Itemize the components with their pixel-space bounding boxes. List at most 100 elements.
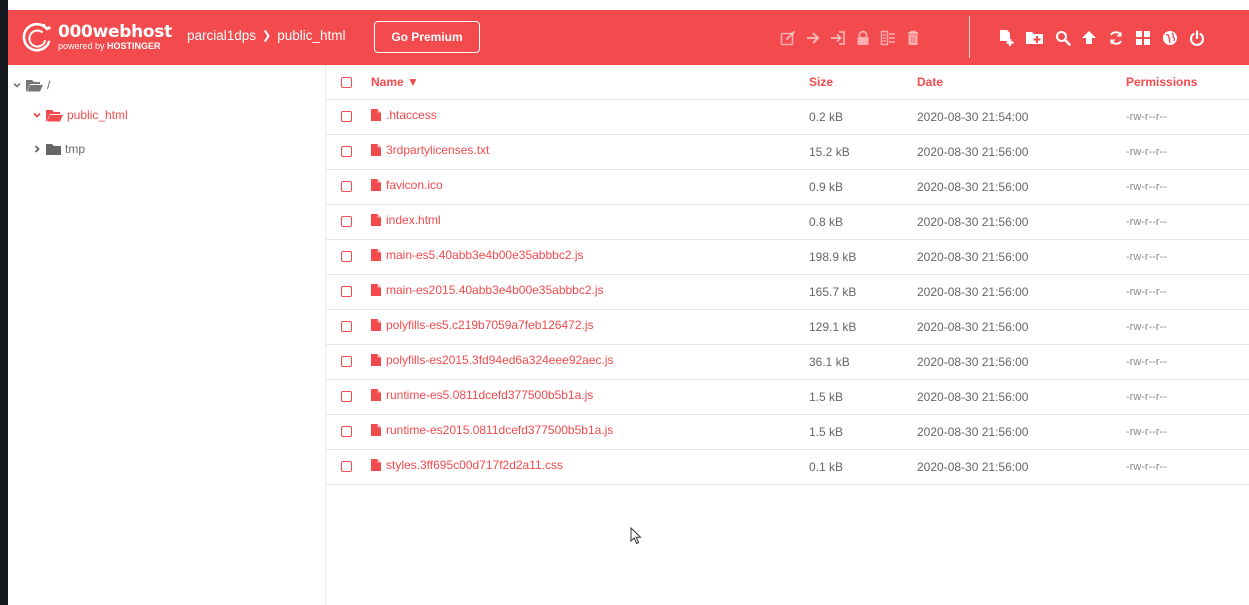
file-name-cell: runtime-es2015.0811dcefd377500b5b1a.js [371,414,809,450]
table-row[interactable]: polyfills-es5.c219b7059a7feb126472.js 129… [326,309,1249,345]
folder-icon [46,144,61,155]
grid-view-icon[interactable] [1132,27,1154,49]
extract-icon[interactable] [877,27,899,49]
row-checkbox[interactable] [341,251,352,263]
file-name: 3rdpartylicenses.txt [386,143,490,157]
file-permissions: -rw-r--r-- [1126,99,1249,135]
table-row[interactable]: 3rdpartylicenses.txt 15.2 kB 2020-08-30 21… [326,134,1249,170]
delete-icon[interactable] [902,27,924,49]
file-name-link[interactable]: main-es2015.40abb3e4b00e35abbbc2.js [371,283,604,297]
column-header-date[interactable]: Date [917,65,1126,100]
file-name: main-es2015.40abb3e4b00e35abbbc2.js [386,283,604,297]
file-size: 198.9 kB [809,239,917,275]
row-checkbox[interactable] [341,356,352,368]
row-checkbox[interactable] [341,286,352,298]
file-name: index.html [386,213,441,227]
file-name-link[interactable]: runtime-es2015.0811dcefd377500b5b1a.js [371,423,613,437]
globe-icon[interactable] [1159,27,1181,49]
lock-icon[interactable] [852,27,874,49]
table-row[interactable]: main-es5.40abb3e4b00e35abbbc2.js 198.9 kB… [326,239,1249,275]
new-file-icon[interactable] [996,27,1018,49]
file-name-link[interactable]: runtime-es5.0811dcefd377500b5b1a.js [371,388,593,402]
file-name-link[interactable]: 3rdpartylicenses.txt [371,143,489,157]
row-checkbox[interactable] [341,146,352,158]
file-size: 129.1 kB [809,309,917,345]
power-icon[interactable] [1186,27,1208,49]
select-all-cell [326,65,371,100]
file-name: runtime-es5.0811dcefd377500b5b1a.js [386,388,594,402]
table-row[interactable]: runtime-es2015.0811dcefd377500b5b1a.js 1.… [326,414,1249,450]
file-name-link[interactable]: index.html [371,213,441,227]
go-premium-button[interactable]: Go Premium [374,21,480,53]
file-name-cell: main-es2015.40abb3e4b00e35abbbc2.js [371,274,809,310]
chevron-down-icon[interactable] [12,80,22,90]
file-icon [371,214,381,226]
file-date: 2020-08-30 21:56:00 [917,239,1126,275]
sidebar-item-label: tmp [65,142,86,156]
file-permissions: -rw-r--r-- [1126,239,1249,275]
file-name-link[interactable]: styles.3ff695c00d717f2d2a11.css [371,458,563,472]
table-row[interactable]: runtime-es5.0811dcefd377500b5b1a.js 1.5 k… [326,379,1249,415]
logo-tagline: powered by HOSTINGER [58,41,161,51]
table-row[interactable]: main-es2015.40abb3e4b00e35abbbc2.js 165.7… [326,274,1249,310]
new-folder-icon[interactable] [1024,27,1046,49]
toolbar-separator [969,16,970,58]
row-checkbox[interactable] [341,181,352,193]
file-permissions: -rw-r--r-- [1126,274,1249,310]
column-header-permissions[interactable]: Permissions [1126,65,1249,100]
file-name-cell: .htaccess [371,99,809,135]
file-date: 2020-08-30 21:56:00 [917,204,1126,240]
tree-root[interactable]: / [12,74,50,96]
row-checkbox[interactable] [341,461,352,473]
select-all-checkbox[interactable] [341,77,352,89]
logo-mark-icon [22,22,51,52]
file-name: runtime-es2015.0811dcefd377500b5b1a.js [386,423,614,437]
file-icon [371,284,381,296]
edit-icon[interactable] [777,27,799,49]
file-size: 15.2 kB [809,134,917,170]
row-checkbox[interactable] [341,216,352,228]
file-date: 2020-08-30 21:56:00 [917,379,1126,415]
move-icon[interactable] [802,27,824,49]
file-name-cell: polyfills-es5.c219b7059a7feb126472.js [371,309,809,345]
chevron-right-icon[interactable] [32,144,42,154]
table-row[interactable]: styles.3ff695c00d717f2d2a11.css 0.1 kB 202… [326,449,1249,485]
row-checkbox[interactable] [341,111,352,123]
column-header-size[interactable]: Size [809,65,917,100]
file-name-link[interactable]: polyfills-es5.c219b7059a7feb126472.js [371,318,594,332]
column-header-name[interactable]: Name ▼ [371,65,809,100]
file-date: 2020-08-30 21:56:00 [917,134,1126,170]
sidebar-item-public-html[interactable]: public_html [32,104,128,126]
folder-tree-panel: / public_html tmp [8,65,326,605]
folder-open-icon [26,79,43,91]
upload-icon[interactable] [1078,27,1100,49]
chevron-down-icon[interactable] [32,110,42,120]
logo[interactable]: 000webhost powered by HOSTINGER [18,18,178,58]
table-row[interactable]: index.html 0.8 kB 2020-08-30 21:56:00 -rw-r… [326,204,1249,240]
search-icon[interactable] [1052,27,1074,49]
row-checkbox[interactable] [341,426,352,438]
file-name-link[interactable]: polyfills-es2015.3fd94ed6a324eee92aec.js [371,353,614,367]
row-checkbox[interactable] [341,321,352,333]
file-name: .htaccess [386,108,437,122]
table-row[interactable]: favicon.ico 0.9 kB 2020-08-30 21:56:00 -rw-… [326,169,1249,205]
row-select-cell [326,309,371,345]
breadcrumb-folder[interactable]: public_html [277,28,345,43]
file-size: 1.5 kB [809,414,917,450]
file-size: 0.2 kB [809,99,917,135]
sidebar-item-tmp[interactable]: tmp [32,138,85,160]
refresh-icon[interactable] [1105,27,1127,49]
file-name-link[interactable]: favicon.ico [371,178,443,192]
table-row[interactable]: polyfills-es2015.3fd94ed6a324eee92aec.js… [326,344,1249,380]
folder-open-icon [46,109,63,121]
row-checkbox[interactable] [341,391,352,403]
file-name-link[interactable]: main-es5.40abb3e4b00e35abbbc2.js [371,248,584,262]
file-size: 1.5 kB [809,379,917,415]
row-select-cell [326,204,371,240]
breadcrumb: parcial1dps ❯ public_html [187,28,346,43]
rename-icon[interactable] [827,27,849,49]
file-name-link[interactable]: .htaccess [371,108,437,122]
file-name-cell: main-es5.40abb3e4b00e35abbbc2.js [371,239,809,275]
table-row[interactable]: .htaccess 0.2 kB 2020-08-30 21:54:00 -rw-r-… [326,99,1249,135]
breadcrumb-site[interactable]: parcial1dps [187,28,256,43]
